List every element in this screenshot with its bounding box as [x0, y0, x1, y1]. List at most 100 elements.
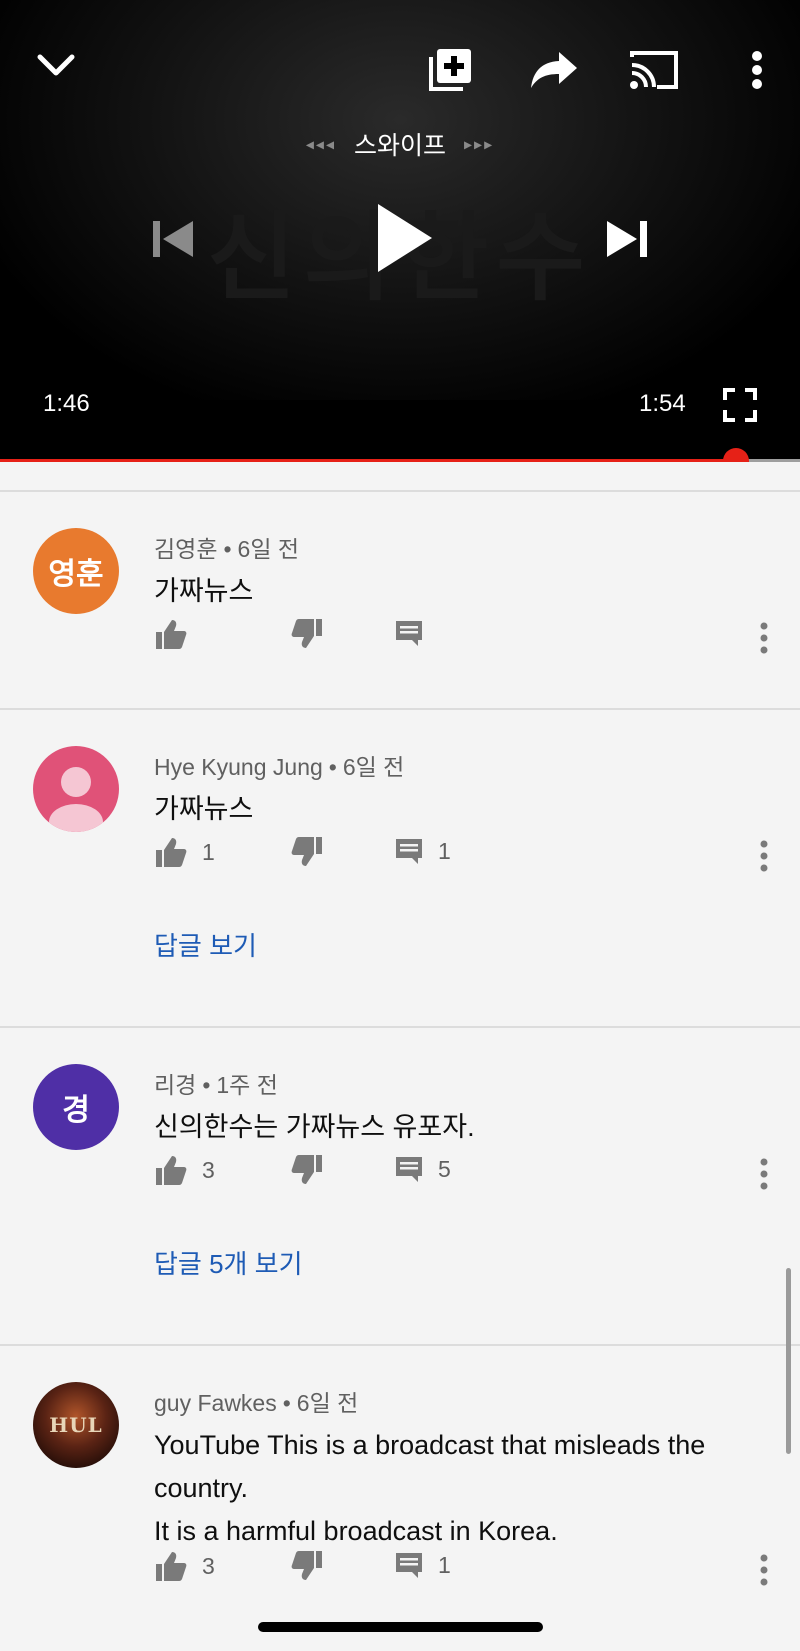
more-vert-icon[interactable] — [752, 620, 776, 656]
comment-text-line: 가짜뉴스 — [154, 576, 254, 606]
fullscreen-icon — [723, 388, 757, 422]
seek-bar-handle[interactable] — [723, 448, 749, 462]
thumb-up-icon — [156, 1552, 187, 1581]
like-button[interactable]: 1 — [154, 836, 215, 868]
comment-meta: 김영훈 • 6일 전 — [154, 530, 299, 564]
like-count: 3 — [202, 1552, 215, 1579]
reply-count: 5 — [438, 1155, 451, 1182]
default-user-icon — [49, 767, 103, 832]
previous-button[interactable] — [148, 212, 198, 266]
play-icon — [378, 204, 432, 272]
comment-text-line: 가짜뉴스 — [154, 794, 254, 824]
reply-button[interactable] — [394, 618, 424, 648]
dislike-button[interactable] — [290, 1154, 324, 1186]
comment-meta: Hye Kyung Jung • 6일 전 — [154, 748, 404, 782]
comment-text-line: country. — [154, 1473, 249, 1503]
reply-button[interactable]: 1 — [394, 1550, 451, 1580]
more-options-button[interactable] — [740, 46, 774, 94]
comment-author[interactable]: 리경 — [154, 1072, 196, 1098]
cast-icon — [630, 51, 678, 89]
share-button[interactable] — [526, 46, 582, 94]
comment-time: 1주 전 — [216, 1072, 278, 1098]
home-indicator[interactable] — [258, 1622, 543, 1632]
seek-bar-played — [0, 459, 736, 462]
reply-count: 1 — [438, 1551, 451, 1578]
comment-time: 6일 전 — [237, 536, 300, 562]
comment-item: 영훈 김영훈 • 6일 전 가짜뉴스 — [0, 492, 800, 708]
reply-button[interactable]: 5 — [394, 1154, 451, 1184]
dislike-button[interactable] — [290, 836, 324, 868]
avatar[interactable]: HUL — [33, 1382, 119, 1468]
more-vert-icon[interactable] — [752, 838, 776, 874]
add-to-playlist-button[interactable] — [424, 46, 476, 94]
thumb-down-icon — [291, 1155, 322, 1184]
comment-text: YouTube This is a broadcast that mislead… — [154, 1424, 774, 1553]
like-count: 1 — [202, 838, 215, 865]
view-replies-link[interactable]: 답글 보기 — [154, 926, 257, 963]
thumb-down-icon — [291, 1551, 322, 1580]
meta-separator: • — [328, 754, 337, 780]
comment-text-line: 신의한수는 가짜뉴스 유포자. — [154, 1112, 475, 1142]
comment-icon — [396, 1157, 422, 1182]
scrollbar[interactable] — [786, 1268, 791, 1454]
avatar[interactable]: 경 — [33, 1064, 119, 1150]
duration: 1:54 — [639, 390, 686, 417]
avatar-logo-text: HUL — [49, 1413, 103, 1437]
view-replies-link[interactable]: 답글 5개 보기 — [154, 1244, 303, 1281]
comment-icon — [396, 1553, 422, 1578]
fullscreen-button[interactable] — [720, 384, 760, 426]
swipe-hint: ◂◂◂ 스와이프 ▸▸▸ — [0, 126, 800, 162]
seek-bar[interactable] — [0, 448, 800, 462]
comment-author[interactable]: guy Fawkes — [154, 1390, 277, 1416]
meta-separator: • — [223, 536, 232, 562]
thumb-up-icon — [156, 620, 187, 649]
next-button[interactable] — [602, 212, 652, 266]
avatar[interactable]: 영훈 — [33, 528, 119, 614]
comment-item: Hye Kyung Jung • 6일 전 가짜뉴스 1 1 답글 보기 — [0, 710, 800, 1026]
play-button[interactable] — [372, 198, 438, 278]
reply-count: 1 — [438, 837, 451, 864]
comment-author[interactable]: Hye Kyung Jung — [154, 754, 323, 780]
dislike-button[interactable] — [290, 1550, 324, 1582]
comment-actions: 3 5 — [154, 1154, 774, 1194]
collapse-button[interactable] — [30, 44, 82, 88]
like-button[interactable] — [154, 618, 188, 650]
comment-text: 신의한수는 가짜뉴스 유포자. — [154, 1106, 774, 1149]
dislike-button[interactable] — [290, 618, 324, 650]
cast-button[interactable] — [626, 46, 682, 94]
skip-next-icon — [607, 221, 647, 257]
share-icon — [531, 52, 577, 88]
chevron-down-icon — [37, 54, 75, 76]
comment-item: HUL guy Fawkes • 6일 전 YouTube This is a br… — [0, 1346, 800, 1646]
thumb-down-icon — [291, 837, 322, 866]
skip-previous-icon — [153, 221, 193, 257]
comment-meta: guy Fawkes • 6일 전 — [154, 1384, 358, 1418]
swipe-left-arrows: ◂◂◂ — [305, 134, 336, 154]
comment-text: 가짜뉴스 — [154, 788, 774, 831]
comment-time: 6일 전 — [296, 1390, 359, 1416]
comment-actions — [154, 618, 774, 658]
thumb-up-icon — [156, 1156, 187, 1185]
comment-item: 경 리경 • 1주 전 신의한수는 가짜뉴스 유포자. 3 5 답글 5개 보기 — [0, 1028, 800, 1344]
comments-list[interactable]: 영훈 김영훈 • 6일 전 가짜뉴스 Hye Kyung Jung • 6일 전… — [0, 490, 800, 1651]
thumb-up-icon — [156, 838, 187, 867]
comment-text-line: YouTube This is a broadcast that mislead… — [154, 1430, 706, 1460]
meta-separator: • — [282, 1390, 291, 1416]
like-count: 3 — [202, 1156, 215, 1183]
swipe-label: 스와이프 — [353, 131, 446, 160]
playlist-add-icon — [429, 49, 471, 91]
comment-time: 6일 전 — [342, 754, 405, 780]
like-button[interactable]: 3 — [154, 1550, 215, 1582]
meta-separator: • — [202, 1072, 211, 1098]
more-vert-icon[interactable] — [752, 1156, 776, 1192]
video-player[interactable]: 신의한수 ◂◂◂스와이프▸▸▸ — [0, 0, 800, 462]
comment-meta: 리경 • 1주 전 — [154, 1066, 278, 1100]
more-vert-icon — [752, 51, 762, 89]
comment-text-line: It is a harmful broadcast in Korea. — [154, 1516, 558, 1546]
avatar[interactable] — [33, 746, 119, 832]
comment-author[interactable]: 김영훈 — [154, 536, 217, 562]
current-time: 1:46 — [43, 390, 90, 417]
more-vert-icon[interactable] — [752, 1552, 776, 1588]
reply-button[interactable]: 1 — [394, 836, 451, 866]
like-button[interactable]: 3 — [154, 1154, 215, 1186]
